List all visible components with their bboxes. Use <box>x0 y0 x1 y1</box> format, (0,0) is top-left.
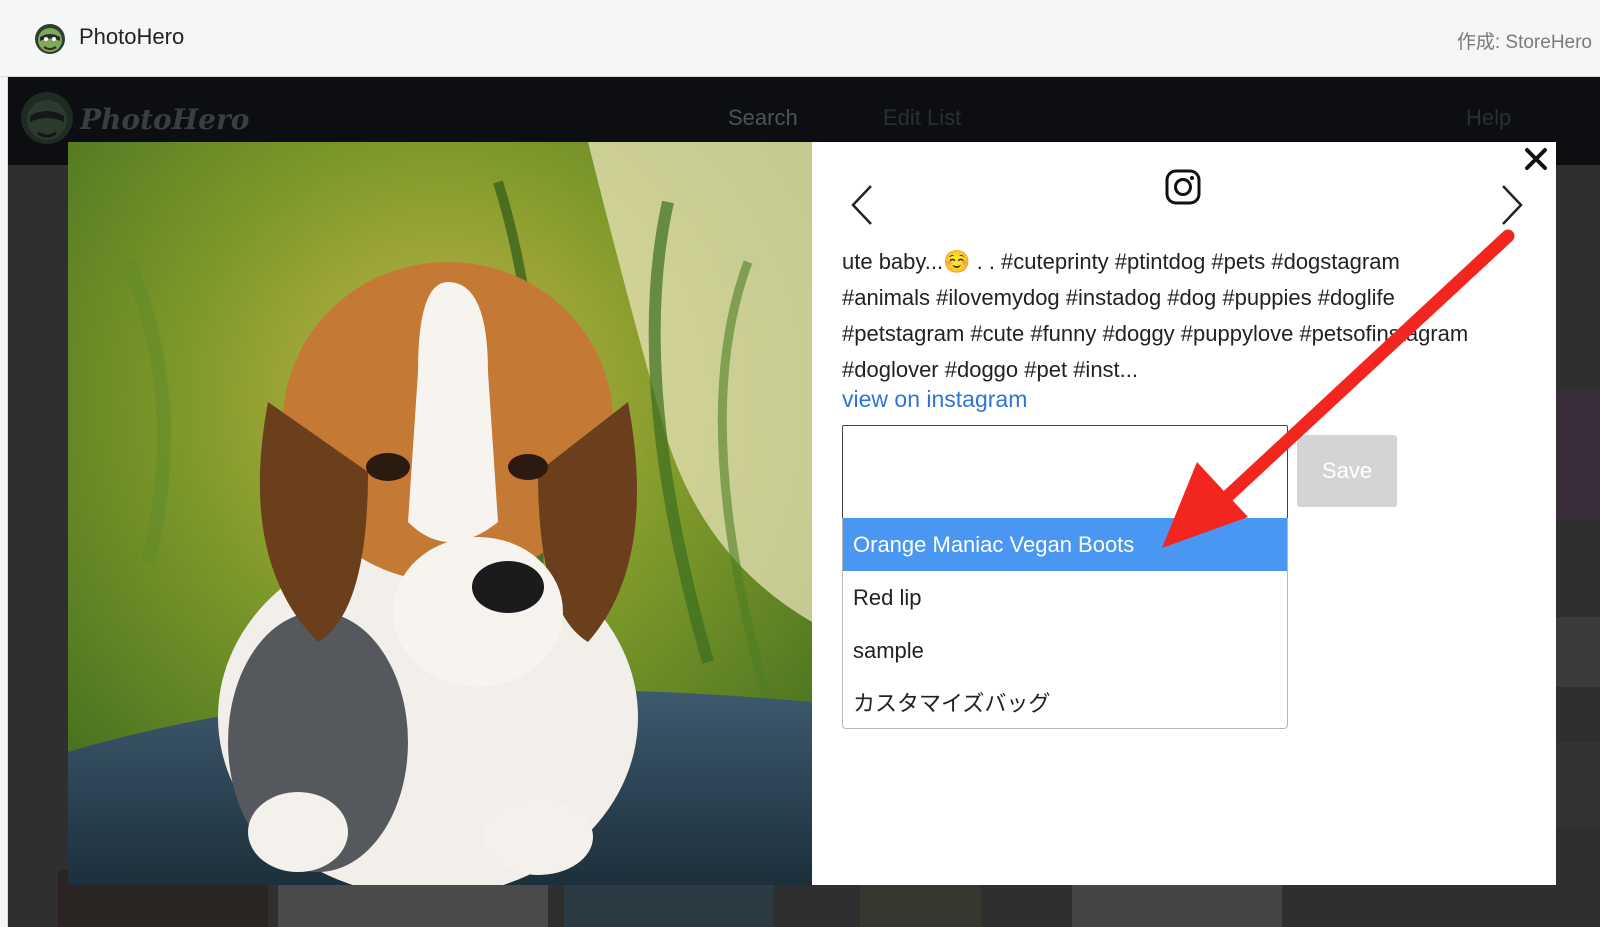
instagram-icon <box>1165 169 1201 205</box>
close-icon[interactable] <box>1523 146 1549 172</box>
page-brand: PhotoHero <box>80 103 250 136</box>
window-left-edge <box>0 77 8 927</box>
photo-detail-modal: ute baby...☺️ . . #cuteprinty #ptintdog … <box>68 142 1556 885</box>
app-author: 作成: StoreHero <box>1456 32 1592 53</box>
nav-search[interactable]: Search <box>728 105 798 131</box>
product-list-input[interactable] <box>842 425 1288 519</box>
chevron-left-icon[interactable] <box>850 184 874 226</box>
photohero-logo-icon <box>35 24 65 54</box>
dropdown-option-red-lip[interactable]: Red lip <box>843 571 1287 624</box>
dropdown-option-orange-maniac-vegan-boots[interactable]: Orange Maniac Vegan Boots <box>843 518 1287 571</box>
nav-help[interactable]: Help <box>1466 105 1511 131</box>
app-title: PhotoHero <box>79 24 185 49</box>
dropdown-option-custom-bag[interactable]: カスタマイズバッグ <box>843 677 1287 728</box>
beagle-puppy-photo <box>68 142 812 885</box>
app-title-bar: PhotoHero 作成: StoreHero <box>0 0 1600 77</box>
post-caption: ute baby...☺️ . . #cuteprinty #ptintdog … <box>842 249 1469 382</box>
product-suggestion-dropdown: Orange Maniac Vegan Boots Red lip sample… <box>842 518 1288 729</box>
save-button[interactable]: Save <box>1297 435 1397 507</box>
view-on-instagram-link[interactable]: view on instagram <box>842 386 1027 413</box>
dropdown-option-sample[interactable]: sample <box>843 624 1287 677</box>
page-brand-logo-icon <box>21 92 73 144</box>
chevron-right-icon[interactable] <box>1500 184 1524 226</box>
nav-edit-list[interactable]: Edit List <box>883 105 961 131</box>
